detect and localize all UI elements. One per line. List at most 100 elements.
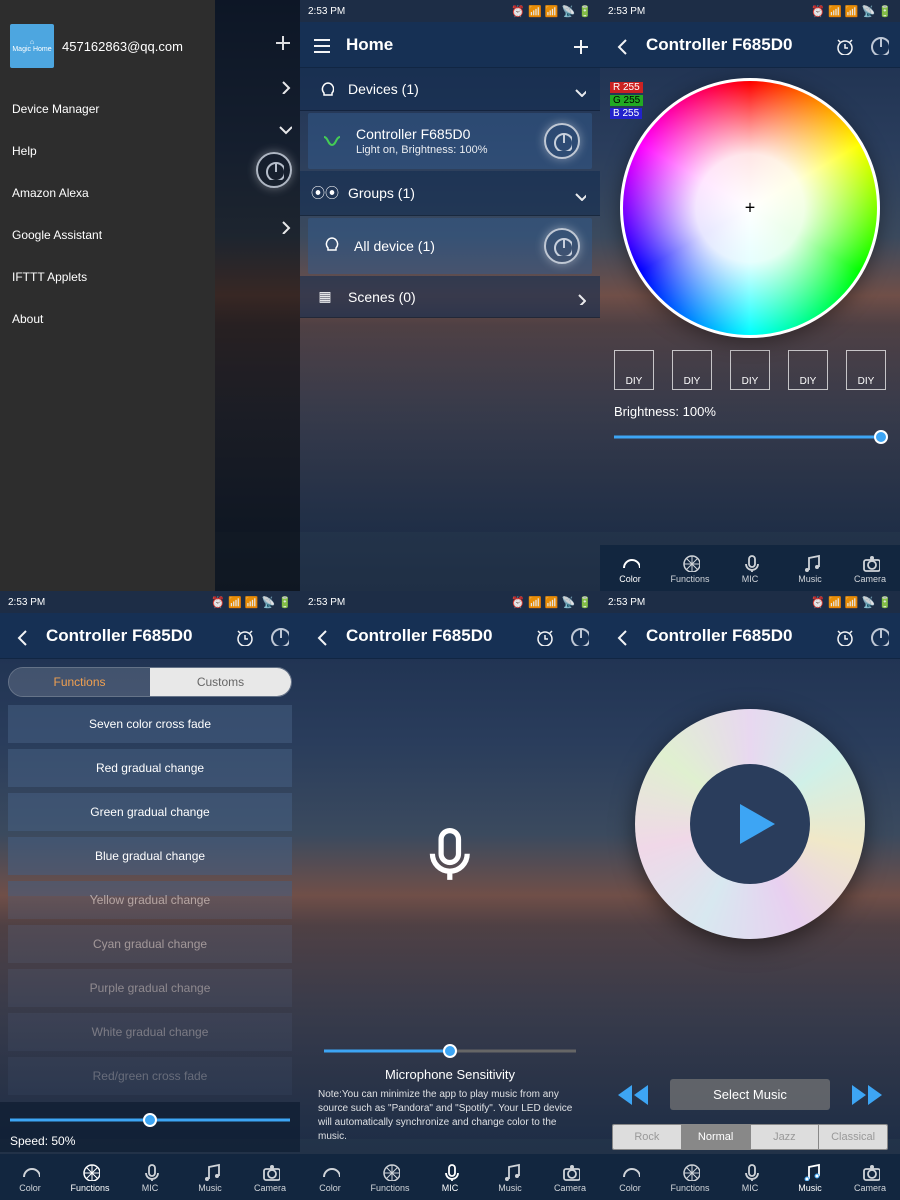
power-icon[interactable] <box>268 625 290 647</box>
power-button[interactable] <box>544 228 580 264</box>
genre-classical[interactable]: Classical <box>819 1125 887 1149</box>
function-item[interactable]: Green gradual change <box>8 793 292 831</box>
nav-color[interactable]: Color <box>600 545 660 591</box>
back-icon[interactable] <box>610 625 632 647</box>
drawer-item[interactable]: Help <box>0 130 215 172</box>
nav-mic[interactable]: MIC <box>120 1154 180 1200</box>
nav-mic[interactable]: MIC <box>720 1154 780 1200</box>
music-disc[interactable] <box>635 709 865 939</box>
drawer-item[interactable]: Amazon Alexa <box>0 172 215 214</box>
devices-header[interactable]: Devices (1) <box>300 68 600 111</box>
back-icon[interactable] <box>10 625 32 647</box>
function-item[interactable]: Cyan gradual change <box>8 925 292 963</box>
alarm-icon[interactable] <box>832 625 854 647</box>
user-header[interactable]: ⌂Magic Home 457162863@qq.com <box>0 8 215 88</box>
power-button[interactable] <box>256 152 292 188</box>
back-icon[interactable] <box>310 625 332 647</box>
nav-functions[interactable]: Functions <box>60 1154 120 1200</box>
function-item[interactable]: Red gradual change <box>8 749 292 787</box>
nav-music[interactable]: Music <box>180 1154 240 1200</box>
function-item[interactable]: Yellow gradual change <box>8 881 292 919</box>
diy-slot[interactable]: DIY <box>730 350 770 390</box>
diy-slot[interactable]: DIY <box>846 350 886 390</box>
power-icon[interactable] <box>868 625 890 647</box>
function-list: Seven color cross fade Red gradual chang… <box>8 705 292 1095</box>
diy-slot[interactable]: DIY <box>788 350 828 390</box>
power-button[interactable] <box>544 123 580 159</box>
nav-mic[interactable]: MIC <box>720 545 780 591</box>
genre-jazz[interactable]: Jazz <box>751 1125 820 1149</box>
nav-music[interactable]: Music <box>780 545 840 591</box>
function-item[interactable]: Seven color cross fade <box>8 705 292 743</box>
group-item[interactable]: All device (1) <box>308 218 592 274</box>
chevron-down-icon <box>570 185 586 201</box>
tab-customs[interactable]: Customs <box>150 668 291 696</box>
prev-icon[interactable] <box>616 1083 650 1107</box>
nav-mic[interactable]: MIC <box>420 1154 480 1200</box>
alarm-icon[interactable] <box>232 625 254 647</box>
screen-color: 2:53 PM⏰ 📶 📶 📡 🔋 Controller F685D0 R 255… <box>600 0 900 591</box>
nav-color[interactable]: Color <box>300 1154 360 1200</box>
function-item[interactable]: Purple gradual change <box>8 969 292 1007</box>
chevron-right-icon <box>570 289 586 305</box>
nav-functions[interactable]: Functions <box>360 1154 420 1200</box>
page-title: Controller F685D0 <box>346 626 492 646</box>
back-icon[interactable] <box>610 34 632 56</box>
function-item[interactable]: Blue gradual change <box>8 837 292 875</box>
nav-color[interactable]: Color <box>600 1154 660 1200</box>
status-bar: 2:53 PM⏰ 📶 📶 📡 🔋 <box>600 0 900 22</box>
nav-camera[interactable]: Camera <box>840 1154 900 1200</box>
mic-icon[interactable] <box>415 819 485 889</box>
nav-functions[interactable]: Functions <box>660 545 720 591</box>
nav-camera[interactable]: Camera <box>840 545 900 591</box>
add-icon[interactable] <box>270 30 292 52</box>
sensitivity-slider[interactable] <box>324 1041 576 1061</box>
add-icon[interactable] <box>568 34 590 56</box>
speed-slider[interactable] <box>10 1110 290 1130</box>
speed-label: Speed: 50% <box>10 1134 290 1148</box>
groups-icon: ⦿⦿ <box>314 183 336 203</box>
color-wheel[interactable]: + <box>620 78 880 338</box>
nav-music[interactable]: Music <box>780 1154 840 1200</box>
function-item[interactable]: White gradual change <box>8 1013 292 1051</box>
side-drawer: ⌂Magic Home 457162863@qq.com Device Mana… <box>0 0 215 591</box>
top-bar: Controller F685D0 <box>300 613 600 659</box>
function-item[interactable]: Red/green cross fade <box>8 1057 292 1095</box>
status-bar: 2:53 PM⏰ 📶 📶 📡 🔋 <box>0 591 300 613</box>
screen-music: 2:53 PM⏰ 📶 📶 📡 🔋 Controller F685D0 Selec… <box>600 591 900 1200</box>
power-icon[interactable] <box>568 625 590 647</box>
screen-functions: 2:53 PM⏰ 📶 📶 📡 🔋 Controller F685D0 Funct… <box>0 591 300 1200</box>
select-music-button[interactable]: Select Music <box>670 1079 830 1110</box>
device-item[interactable]: Controller F685D0Light on, Brightness: 1… <box>308 113 592 169</box>
scenes-header[interactable]: ▦ Scenes (0) <box>300 276 600 318</box>
genre-rock[interactable]: Rock <box>613 1125 682 1149</box>
power-icon[interactable] <box>868 34 890 56</box>
menu-icon[interactable] <box>310 34 332 56</box>
drawer-item[interactable]: Device Manager <box>0 88 215 130</box>
tab-functions[interactable]: Functions <box>9 668 150 696</box>
top-bar: Home <box>300 22 600 68</box>
next-icon[interactable] <box>850 1083 884 1107</box>
nav-camera[interactable]: Camera <box>540 1154 600 1200</box>
brightness-slider[interactable] <box>614 427 886 447</box>
diy-slot[interactable]: DIY <box>614 350 654 390</box>
drawer-item[interactable]: About <box>0 298 215 340</box>
app-logo: ⌂Magic Home <box>10 24 54 68</box>
nav-camera[interactable]: Camera <box>240 1154 300 1200</box>
play-icon[interactable] <box>730 799 780 849</box>
groups-header[interactable]: ⦿⦿ Groups (1) <box>300 171 600 216</box>
diy-slot[interactable]: DIY <box>672 350 712 390</box>
genre-tabs: Rock Normal Jazz Classical <box>612 1124 888 1150</box>
drawer-item[interactable]: Google Assistant <box>0 214 215 256</box>
alarm-icon[interactable] <box>832 34 854 56</box>
chevron-right-icon <box>274 216 292 234</box>
alarm-icon[interactable] <box>532 625 554 647</box>
genre-normal[interactable]: Normal <box>682 1125 751 1149</box>
nav-functions[interactable]: Functions <box>660 1154 720 1200</box>
drawer-item[interactable]: IFTTT Applets <box>0 256 215 298</box>
nav-color[interactable]: Color <box>0 1154 60 1200</box>
screen-home: 2:53 PM⏰ 📶 📶 📡 🔋 Home Devices (1) Contro… <box>300 0 600 591</box>
nav-music[interactable]: Music <box>480 1154 540 1200</box>
top-bar: Controller F685D0 <box>0 613 300 659</box>
bulb-icon <box>320 235 342 257</box>
